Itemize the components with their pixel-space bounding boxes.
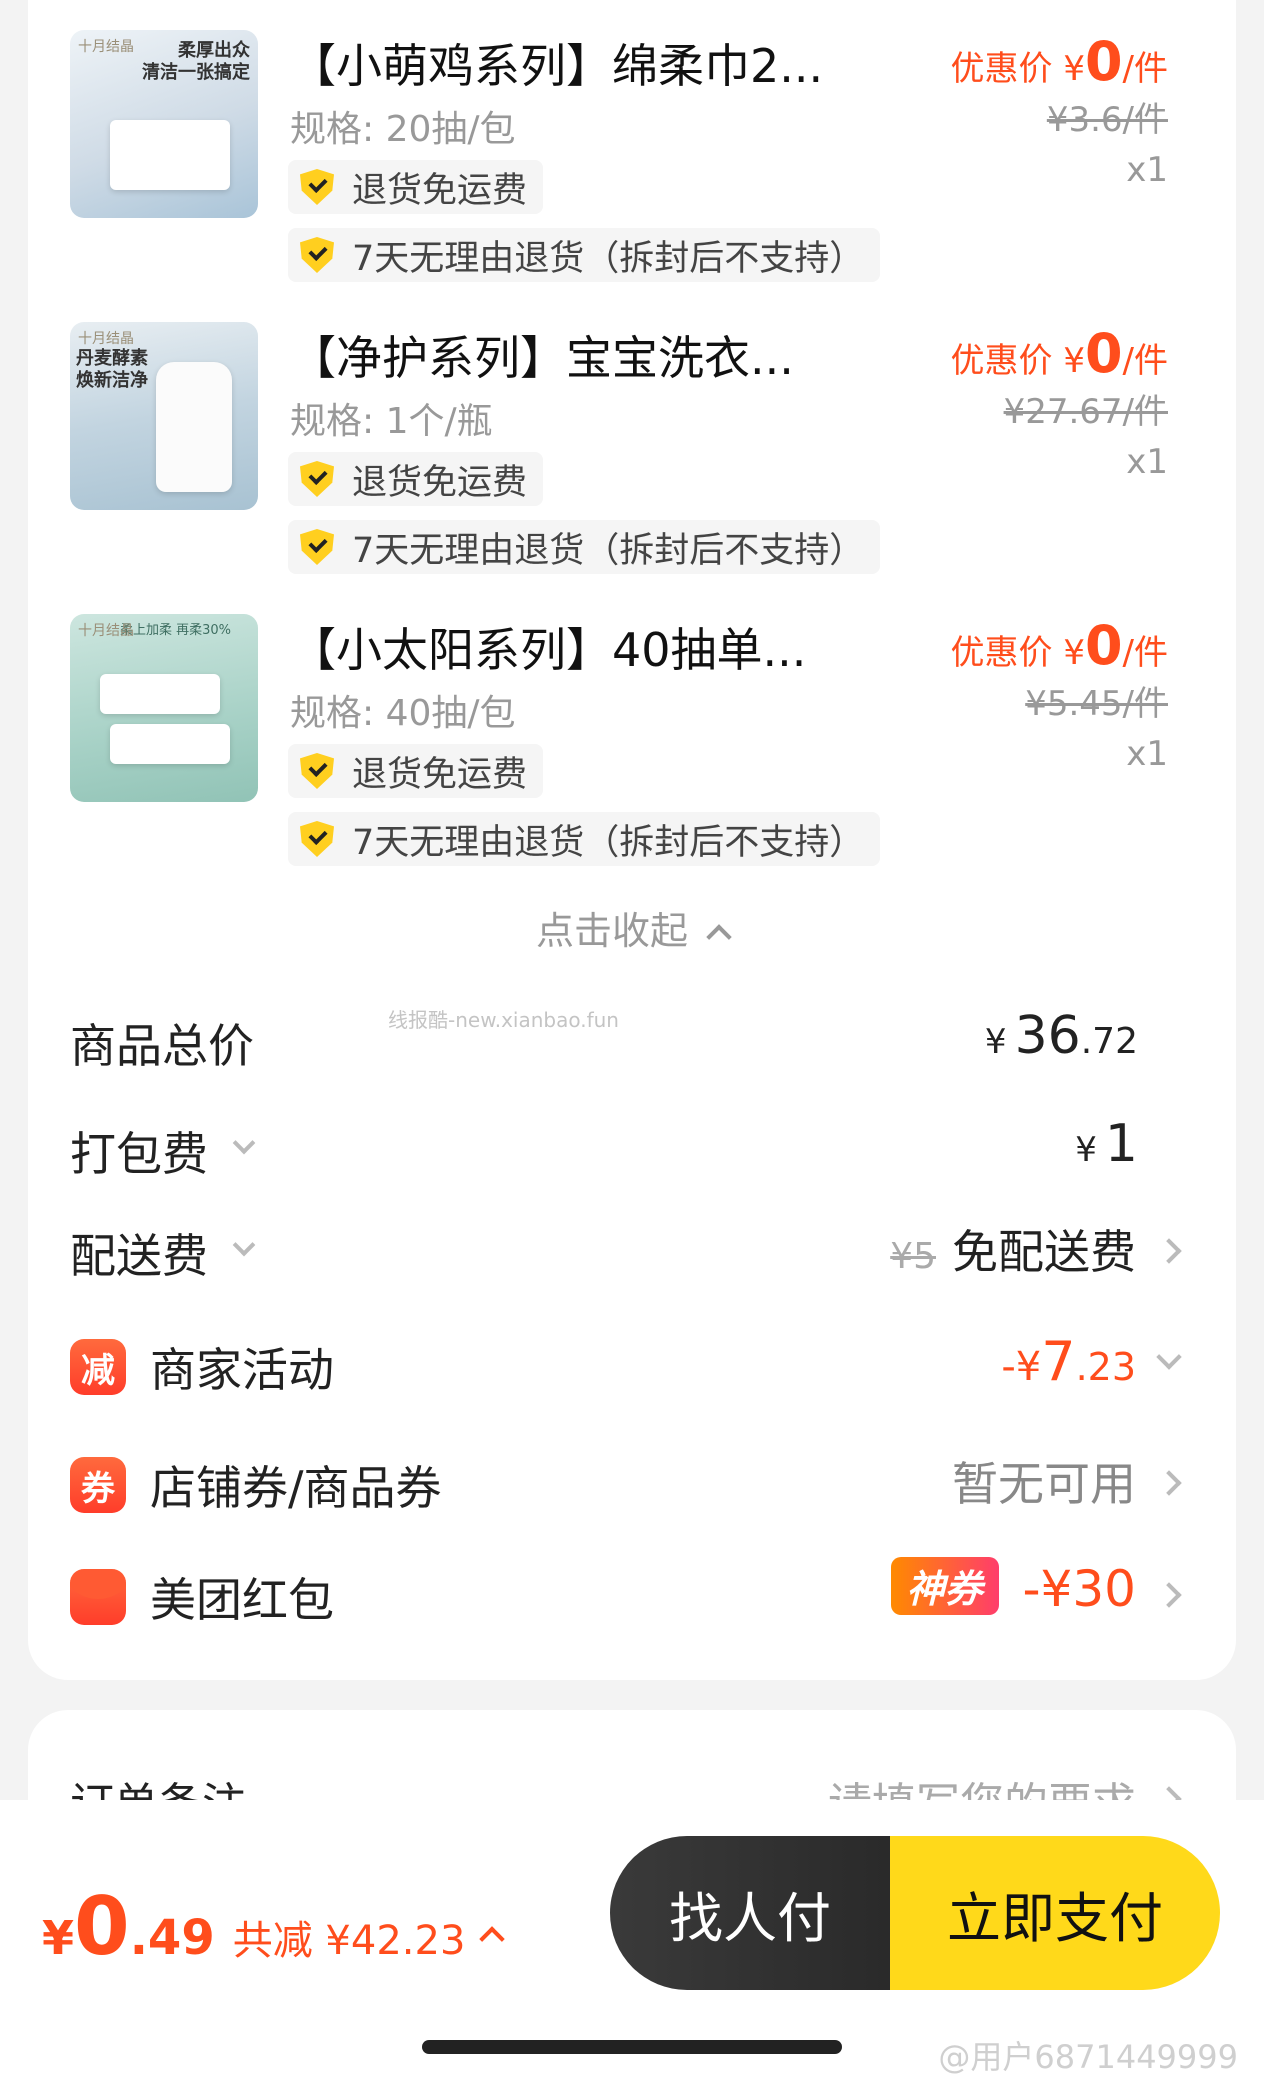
promo-price: 优惠价 ¥0/件 [950, 30, 1169, 93]
thumb-brand: 十月结晶 [78, 623, 134, 639]
total-saved: 共减 ¥42.23 [232, 1918, 466, 1964]
quantity: x1 [1126, 734, 1168, 774]
super-coupon-badge: 神券 [890, 1556, 999, 1615]
discount-icon: 减 [70, 1339, 126, 1395]
chevron-down-icon [1156, 1344, 1182, 1370]
watermark-mid: 线报酷-new.xianbao.fun [388, 1008, 619, 1032]
thumb-caption: 丹麦酵素 焕新洁净 [76, 348, 148, 391]
pay-now-button[interactable]: 立即支付 [890, 1836, 1220, 1990]
delivery-fee-label: 配送费 [70, 1220, 256, 1286]
delivery-fee-row[interactable]: 配送费 ¥5 免配送费 [28, 1206, 1236, 1296]
red-packet-label: 美团红包 [70, 1564, 334, 1630]
product-spec: 规格: 40抽/包 [290, 693, 516, 734]
merchant-activity-value: -¥ 7.23 [1001, 1330, 1136, 1393]
red-packet-value: 神券 -¥30 [890, 1556, 1136, 1619]
payment-buttons: 找人付 立即支付 [610, 1836, 1220, 1990]
shield-check-icon [300, 753, 334, 789]
quantity: x1 [1126, 442, 1168, 482]
goods-total-row: 商品总价 ¥36.72 [28, 996, 1236, 1086]
red-envelope-icon [70, 1569, 126, 1625]
coupon-value: 暂无可用 [952, 1457, 1136, 1511]
product-item[interactable]: 柔上加柔 再柔30% 十月结晶 【小太阳系列】40抽单... 规格: 40抽/包… [28, 584, 1236, 866]
original-price: ¥5.45/件 [1025, 684, 1168, 724]
coupon-label: 券店铺券/商品券 [70, 1452, 442, 1518]
chevron-right-icon [1156, 1582, 1182, 1608]
product-thumbnail[interactable]: 十月结晶 丹麦酵素 焕新洁净 [70, 322, 258, 510]
seven-day-return-tag: 7天无理由退货（拆封后不支持） [288, 812, 881, 866]
weibo-watermark: @用户6871449999 [938, 2038, 1238, 2076]
shield-check-icon [300, 169, 334, 205]
chevron-right-icon [1156, 1238, 1182, 1264]
order-card: 十月结晶 柔厚出众 清洁一张搞定 【小萌鸡系列】绵柔巾2... 规格: 20抽/… [28, 0, 1236, 1680]
original-price: ¥3.6/件 [1046, 100, 1168, 140]
product-thumbnail[interactable]: 柔上加柔 再柔30% 十月结晶 [70, 614, 258, 802]
chevron-up-icon [706, 924, 732, 950]
return-shipping-tag: 退货免运费 [288, 160, 544, 214]
product-thumbnail[interactable]: 十月结晶 柔厚出众 清洁一张搞定 [70, 30, 258, 218]
seven-day-return-tag: 7天无理由退货（拆封后不支持） [288, 520, 881, 574]
packing-fee-label: 打包费 [70, 1118, 256, 1184]
original-price: ¥27.67/件 [1003, 392, 1168, 432]
thumb-brand: 十月结晶 [78, 331, 134, 347]
coupon-icon: 券 [70, 1457, 126, 1513]
red-packet-row[interactable]: 美团红包 神券 -¥30 [28, 1550, 1236, 1640]
chevron-down-icon [232, 1233, 256, 1257]
quantity: x1 [1126, 150, 1168, 190]
promo-price: 优惠价 ¥0/件 [950, 322, 1169, 385]
chevron-down-icon [232, 1131, 256, 1155]
thumb-brand: 十月结晶 [78, 39, 134, 55]
goods-total-value: ¥36.72 [984, 1006, 1138, 1066]
chevron-up-icon [479, 1926, 506, 1952]
return-shipping-tag: 退货免运费 [288, 452, 544, 506]
product-title[interactable]: 【净护系列】宝宝洗衣... [290, 322, 794, 388]
packing-fee-row[interactable]: 打包费 ¥1 [28, 1104, 1236, 1194]
detergent-bottle-image [156, 362, 232, 492]
thumb-caption: 柔厚出众 清洁一张搞定 [142, 40, 250, 83]
chevron-right-icon [1156, 1470, 1182, 1496]
wipes-pack-image [110, 120, 230, 190]
goods-total-label: 商品总价 [70, 1019, 254, 1073]
merchant-activity-row[interactable]: 减商家活动 -¥ 7.23 [28, 1320, 1236, 1410]
shield-check-icon [300, 821, 334, 857]
product-spec: 规格: 1个/瓶 [290, 401, 493, 442]
shield-check-icon [300, 529, 334, 565]
product-item[interactable]: 十月结晶 丹麦酵素 焕新洁净 【净护系列】宝宝洗衣... 规格: 1个/瓶 退货… [28, 292, 1236, 574]
product-title[interactable]: 【小太阳系列】40抽单... [290, 614, 806, 680]
wipes-pack-image [110, 724, 230, 764]
merchant-activity-label: 减商家活动 [70, 1334, 334, 1400]
payable-amount[interactable]: ¥0.49 共减 ¥42.23 [42, 1880, 506, 1973]
product-title[interactable]: 【小萌鸡系列】绵柔巾2... [290, 30, 823, 96]
home-indicator[interactable] [422, 2040, 842, 2054]
promo-price: 优惠价 ¥0/件 [950, 614, 1169, 677]
product-item[interactable]: 十月结晶 柔厚出众 清洁一张搞定 【小萌鸡系列】绵柔巾2... 规格: 20抽/… [28, 0, 1236, 282]
packing-fee-value: ¥1 [1075, 1114, 1138, 1174]
product-spec: 规格: 20抽/包 [290, 109, 516, 150]
shield-check-icon [300, 461, 334, 497]
collapse-toggle[interactable]: 点击收起 [28, 900, 1236, 955]
shield-check-icon [300, 237, 334, 273]
return-shipping-tag: 退货免运费 [288, 744, 544, 798]
friend-pay-button[interactable]: 找人付 [610, 1836, 890, 1990]
wipes-pack-image [100, 674, 220, 714]
thumb-caption: 柔上加柔 再柔30% [120, 623, 232, 638]
delivery-fee-value: ¥5 免配送费 [890, 1225, 1136, 1279]
seven-day-return-tag: 7天无理由退货（拆封后不支持） [288, 228, 881, 282]
coupon-row[interactable]: 券店铺券/商品券 暂无可用 [28, 1438, 1236, 1528]
